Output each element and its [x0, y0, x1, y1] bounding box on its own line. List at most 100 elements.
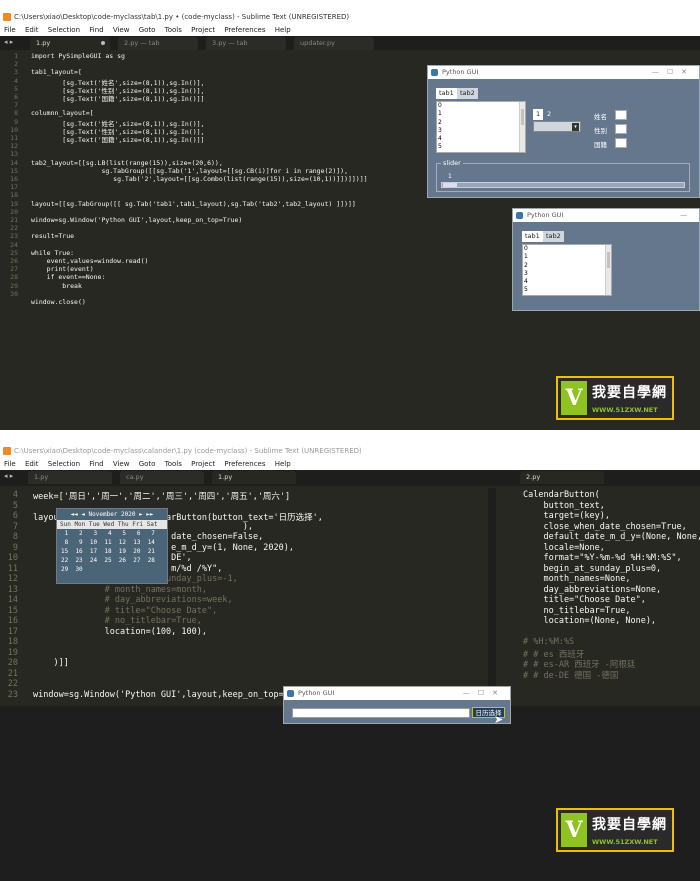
calendar-week-row[interactable]: 1 2 3 4 5 6 7 [57, 529, 167, 538]
menu-help[interactable]: Help [275, 460, 291, 468]
menu-project[interactable]: Project [191, 460, 215, 468]
code-line[interactable]: # %H:%M:%S [523, 637, 574, 647]
window-controls-icon[interactable]: —☐✕ [463, 687, 506, 700]
calendar-week-row[interactable]: 15 16 17 18 19 20 21 [57, 547, 167, 556]
code-area[interactable]: CalendarButton( button_text, target=(key… [523, 488, 700, 706]
menu-tools[interactable]: Tools [165, 26, 182, 34]
code-line[interactable]: sg.TabGroup([[sg.Tab('1',layout=[[sg.CB(… [31, 167, 348, 175]
code-line[interactable]: week=['周日','周一','周二','周三','周四','周五','周六'… [33, 490, 290, 502]
calendar-week-row[interactable]: 8 9 10 11 12 13 14 [57, 538, 167, 547]
menu-file[interactable]: File [4, 26, 16, 34]
bottom-right-editor[interactable]: CalendarButton( button_text, target=(key… [496, 488, 700, 706]
gui2-listbox[interactable]: 0 1 2 3 4 5 [522, 244, 612, 296]
calendar-week-row[interactable]: 22 23 24 25 26 27 28 [57, 556, 167, 565]
list-item[interactable]: 1 [438, 110, 525, 118]
menu-view[interactable]: View [113, 26, 130, 34]
code-line[interactable]: print(event) [31, 265, 94, 273]
calendar-header[interactable]: ◄◄ ◄ November 2020 ► ►► [57, 509, 167, 520]
code-line[interactable]: begin_at_sunday_plus=0, [523, 564, 661, 574]
gui1-subtab-1[interactable]: 1 [533, 109, 544, 120]
menu-tools[interactable]: Tools [165, 460, 182, 468]
code-line[interactable]: [sg.Text('国籍',size=(8,1)),sg.In()]] [31, 93, 204, 103]
code-line[interactable]: import PySimpleGUI as sg [31, 52, 125, 60]
gui2-tab-tab1[interactable]: tab1 [522, 231, 543, 242]
code-line[interactable]: default_date_m_d_y=(None, None, N [523, 532, 700, 542]
code-line[interactable]: locale=None, [523, 543, 604, 553]
calendar-week-row[interactable]: 29 30 [57, 565, 167, 574]
list-item[interactable]: 2 [438, 119, 525, 127]
code-line[interactable]: format="%Y-%m-%d %H:%M:%S", [523, 553, 681, 563]
tab-1py[interactable]: 1.py [30, 37, 110, 50]
code-line[interactable]: if event==None: [31, 273, 106, 281]
list-item[interactable]: 2 [524, 262, 611, 270]
tab-left-capy[interactable]: ca.py [120, 471, 204, 484]
code-line[interactable]: location=(None, None), [523, 616, 656, 626]
menu-find[interactable]: Find [89, 460, 103, 468]
list-item[interactable]: 5 [524, 286, 611, 294]
code-line[interactable]: location=(100, 100), [33, 627, 207, 637]
menu-selection[interactable]: Selection [48, 26, 80, 34]
gender-input[interactable] [615, 124, 627, 134]
menu-project[interactable]: Project [191, 26, 215, 34]
menu-find[interactable]: Find [89, 26, 103, 34]
code-line[interactable]: window=sg.Window('Python GUI',layout,kee… [33, 690, 309, 700]
menu-view[interactable]: View [113, 460, 130, 468]
list-item[interactable]: 1 [524, 253, 611, 261]
gui1-tab-tab1[interactable]: tab1 [436, 88, 457, 99]
gui1-combo[interactable]: ▾ [533, 121, 581, 132]
code-line[interactable]: tab1_layout=[ [31, 68, 82, 76]
code-line[interactable]: window=sg.Window('Python GUI',layout,kee… [31, 216, 242, 224]
code-line[interactable]: layout=[[sg.TabGroup([[ sg.Tab('tab1',ta… [31, 200, 356, 208]
menu-selection[interactable]: Selection [48, 460, 80, 468]
menu-file[interactable]: File [4, 460, 16, 468]
code-line[interactable]: CalendarButton( [523, 490, 600, 500]
name-input[interactable] [615, 110, 627, 120]
list-item[interactable]: 4 [438, 135, 525, 143]
menu-preferences[interactable]: Preferences [224, 460, 265, 468]
code-line[interactable]: # title="Choose Date", [33, 606, 218, 616]
code-line[interactable]: # no_titlebar=True, [33, 616, 202, 626]
code-line[interactable]: title="Choose Date", [523, 595, 645, 605]
code-line[interactable]: columnn_layout=[ [31, 109, 94, 117]
code-line[interactable]: day_abbreviations=None, [523, 585, 661, 595]
code-line[interactable]: )]] [33, 658, 68, 668]
list-item[interactable]: 4 [524, 278, 611, 286]
code-line[interactable]: month_names=None, [523, 574, 630, 584]
list-item[interactable]: 0 [524, 245, 611, 253]
menu-preferences[interactable]: Preferences [224, 26, 265, 34]
code-line[interactable]: while True: [31, 249, 74, 257]
code-line[interactable]: window.close() [31, 298, 86, 306]
listbox-scrollbar[interactable] [519, 102, 525, 152]
tab-nav-arrows-icon[interactable]: ◂ ▸ [4, 472, 13, 480]
code-line[interactable]: # month_names=month, [33, 585, 207, 595]
menu-help[interactable]: Help [275, 26, 291, 34]
menu-edit[interactable]: Edit [25, 460, 39, 468]
list-item[interactable]: 3 [524, 270, 611, 278]
window-controls-icon[interactable]: —☐✕ [652, 66, 695, 79]
tab-updater[interactable]: updater.py [294, 37, 374, 50]
gui1-subtab-2[interactable]: 2 [544, 109, 554, 120]
code-line[interactable]: # day_abbreviations=week, [33, 595, 233, 605]
code-line[interactable]: sg.Tab('2',layout=[[sg.Combo(list(range(… [31, 175, 367, 183]
scroll-thumb[interactable] [521, 109, 524, 125]
code-line[interactable]: [sg.Text('国籍',size=(8,1)),sg.In()]] [31, 134, 204, 144]
nationality-input[interactable] [615, 138, 627, 148]
listbox-scrollbar[interactable] [605, 245, 611, 295]
code-line[interactable]: # # de-DE 德国 -德国 [523, 669, 618, 681]
menu-edit[interactable]: Edit [25, 26, 39, 34]
list-item[interactable]: 5 [438, 143, 525, 151]
tab-left-1py-active[interactable]: 1.py [212, 471, 296, 484]
code-line[interactable]: close_when_date_chosen=True, [523, 522, 686, 532]
code-line[interactable]: tab2_layout=[[sg.LB(list(range(15)),size… [31, 159, 223, 167]
window-controls-icon[interactable]: — [680, 209, 695, 222]
scroll-thumb[interactable] [607, 252, 610, 268]
list-item[interactable]: 0 [438, 102, 525, 110]
date-input[interactable] [292, 708, 470, 718]
slider-track[interactable] [441, 182, 685, 188]
code-line[interactable]: target=(key), [523, 511, 610, 521]
code-line[interactable]: button_text, [523, 501, 604, 511]
tab-2py[interactable]: 2.py — tab [118, 37, 198, 50]
gui2-tab-tab2[interactable]: tab2 [543, 231, 564, 242]
gui1-tab-tab2[interactable]: tab2 [457, 88, 478, 99]
code-line[interactable]: break [31, 282, 82, 290]
